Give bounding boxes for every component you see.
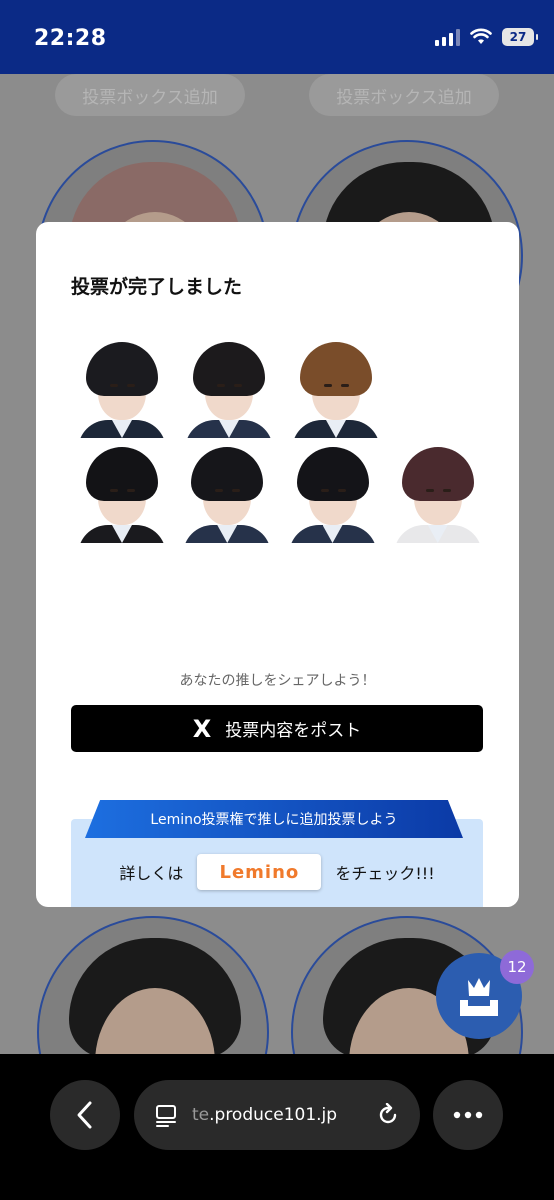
share-prompt: あなたの推しをシェアしよう！ <box>179 673 376 689</box>
lemino-prefix-text: 詳しくは <box>119 864 184 883</box>
voted-members <box>74 340 484 550</box>
status-icons: 27 <box>435 28 538 46</box>
browser-toolbar: te.produce101.jp <box>0 1054 554 1200</box>
vote-count-badge: 12 <box>500 950 534 984</box>
add-vote-box-button[interactable]: 投票ボックス追加 <box>309 74 499 116</box>
voted-members-row <box>74 340 484 438</box>
crown-ballot-icon <box>460 978 498 1016</box>
more-options-button[interactable] <box>433 1080 503 1150</box>
member-photo <box>74 340 170 438</box>
x-logo-icon: X <box>192 714 212 743</box>
chevron-left-icon <box>77 1101 92 1129</box>
post-button-label: 投票内容をポスト <box>225 721 362 741</box>
back-button[interactable] <box>50 1080 120 1150</box>
reload-icon[interactable] <box>376 1103 400 1127</box>
lemino-suffix-text: をチェック!!! <box>335 864 435 883</box>
status-bar: 22:28 27 <box>0 0 554 74</box>
member-photo <box>181 340 277 438</box>
status-time: 22:28 <box>34 26 107 51</box>
member-photo <box>288 340 384 438</box>
cellular-signal-icon <box>435 28 460 46</box>
lemino-promo-row: 詳しくは Lemino をチェック!!! <box>71 852 483 892</box>
reader-mode-icon <box>156 1105 176 1127</box>
member-photo <box>74 445 169 543</box>
battery-icon: 27 <box>502 28 538 46</box>
post-to-x-button[interactable]: X 投票内容をポスト <box>71 705 483 752</box>
add-vote-box-button[interactable]: 投票ボックス追加 <box>55 74 245 116</box>
lemino-promo-banner: Lemino投票権で推しに追加投票しよう <box>85 800 463 838</box>
ellipsis-icon <box>453 1111 483 1119</box>
vote-complete-modal: 投票が完了しました あなたの推しをシェアしよう！ X 投票内容をポスト Lemi… <box>36 222 519 907</box>
wifi-icon <box>470 28 492 44</box>
address-bar[interactable]: te.produce101.jp <box>134 1080 420 1150</box>
member-photo <box>389 445 484 543</box>
modal-title: 投票が完了しました <box>71 276 243 298</box>
screen: 22:28 27 投票ボックス追加 投票ボックス追加 投票が完了しました あなた… <box>0 0 554 1200</box>
member-photo <box>179 445 274 543</box>
url-text: te.produce101.jp <box>192 1105 338 1125</box>
lemino-logo-button[interactable]: Lemino <box>197 854 322 890</box>
member-photo <box>284 445 379 543</box>
voted-members-row <box>74 445 484 543</box>
